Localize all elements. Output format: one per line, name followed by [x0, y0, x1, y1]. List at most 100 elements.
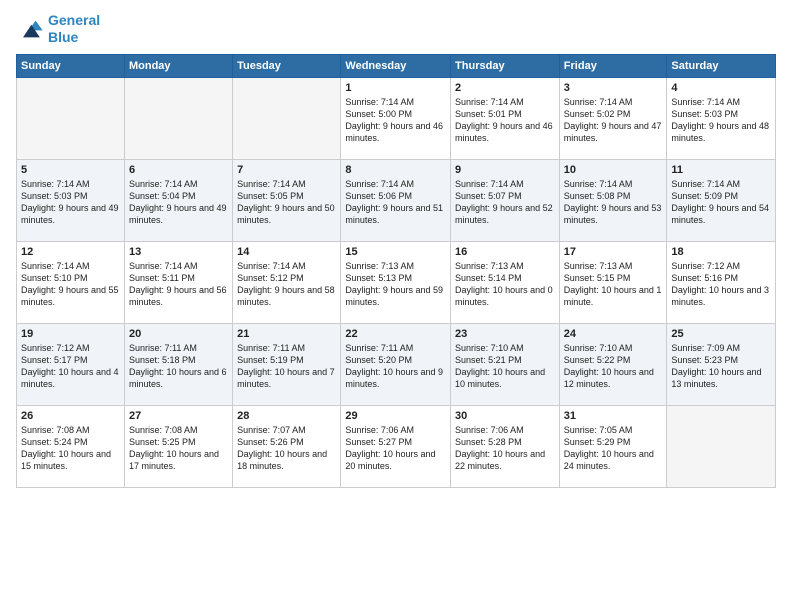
day-info: Sunrise: 7:09 AM Sunset: 5:23 PM Dayligh…	[671, 342, 771, 391]
day-info: Sunrise: 7:14 AM Sunset: 5:00 PM Dayligh…	[345, 96, 446, 145]
week-row-4: 26 Sunrise: 7:08 AM Sunset: 5:24 PM Dayli…	[17, 405, 776, 487]
day-info: Sunrise: 7:13 AM Sunset: 5:14 PM Dayligh…	[455, 260, 555, 309]
day-number: 1	[345, 82, 446, 94]
day-number: 7	[237, 164, 336, 176]
day-cell: 10 Sunrise: 7:14 AM Sunset: 5:08 PM Dayli…	[559, 159, 667, 241]
day-number: 26	[21, 410, 120, 422]
week-row-0: 1 Sunrise: 7:14 AM Sunset: 5:00 PM Daylig…	[17, 77, 776, 159]
day-cell: 31 Sunrise: 7:05 AM Sunset: 5:29 PM Dayli…	[559, 405, 667, 487]
day-info: Sunrise: 7:05 AM Sunset: 5:29 PM Dayligh…	[564, 424, 663, 473]
day-number: 15	[345, 246, 446, 258]
day-cell: 14Sunrise: 7:14 AM Sunset: 5:12 PM Dayli…	[233, 241, 341, 323]
weekday-header-row: SundayMondayTuesdayWednesdayThursdayFrid…	[17, 54, 776, 77]
day-cell: 26 Sunrise: 7:08 AM Sunset: 5:24 PM Dayli…	[17, 405, 125, 487]
day-info: Sunrise: 7:14 AM Sunset: 5:07 PM Dayligh…	[455, 178, 555, 227]
day-info: Sunrise: 7:08 AM Sunset: 5:25 PM Dayligh…	[129, 424, 228, 473]
page-container: General Blue SundayMondayTuesdayWednesda…	[0, 0, 792, 496]
day-info: Sunrise: 7:12 AM Sunset: 5:17 PM Dayligh…	[21, 342, 120, 391]
day-cell: 13Sunrise: 7:14 AM Sunset: 5:11 PM Dayli…	[124, 241, 232, 323]
day-cell: 21Sunrise: 7:11 AM Sunset: 5:19 PM Dayli…	[233, 323, 341, 405]
day-info: Sunrise: 7:14 AM Sunset: 5:01 PM Dayligh…	[455, 96, 555, 145]
day-cell: 8 Sunrise: 7:14 AM Sunset: 5:06 PM Daylig…	[341, 159, 451, 241]
day-info: Sunrise: 7:14 AM Sunset: 5:05 PM Dayligh…	[237, 178, 336, 227]
day-cell: 20Sunrise: 7:11 AM Sunset: 5:18 PM Dayli…	[124, 323, 232, 405]
weekday-header-wednesday: Wednesday	[341, 54, 451, 77]
day-info: Sunrise: 7:11 AM Sunset: 5:19 PM Dayligh…	[237, 342, 336, 391]
day-info: Sunrise: 7:14 AM Sunset: 5:04 PM Dayligh…	[129, 178, 228, 227]
logo-text: General Blue	[48, 12, 100, 46]
weekday-header-saturday: Saturday	[667, 54, 776, 77]
day-cell: 3 Sunrise: 7:14 AM Sunset: 5:02 PM Daylig…	[559, 77, 667, 159]
day-cell: 7 Sunrise: 7:14 AM Sunset: 5:05 PM Daylig…	[233, 159, 341, 241]
day-info: Sunrise: 7:14 AM Sunset: 5:03 PM Dayligh…	[21, 178, 120, 227]
week-row-3: 19 Sunrise: 7:12 AM Sunset: 5:17 PM Dayli…	[17, 323, 776, 405]
day-number: 25	[671, 328, 771, 340]
day-cell: 11 Sunrise: 7:14 AM Sunset: 5:09 PM Dayli…	[667, 159, 776, 241]
day-cell: 24 Sunrise: 7:10 AM Sunset: 5:22 PM Dayli…	[559, 323, 667, 405]
day-number: 9	[455, 164, 555, 176]
day-cell: 18 Sunrise: 7:12 AM Sunset: 5:16 PM Dayli…	[667, 241, 776, 323]
day-cell: 27 Sunrise: 7:08 AM Sunset: 5:25 PM Dayli…	[124, 405, 232, 487]
day-cell: 16 Sunrise: 7:13 AM Sunset: 5:14 PM Dayli…	[451, 241, 560, 323]
day-cell: 19 Sunrise: 7:12 AM Sunset: 5:17 PM Dayli…	[17, 323, 125, 405]
day-cell: 6 Sunrise: 7:14 AM Sunset: 5:04 PM Daylig…	[124, 159, 232, 241]
day-info: Sunrise: 7:14 AM Sunset: 5:02 PM Dayligh…	[564, 96, 663, 145]
day-info: Sunrise: 7:14 AM Sunset: 5:12 PM Dayligh…	[237, 260, 336, 309]
day-number: 28	[237, 410, 336, 422]
weekday-header-friday: Friday	[559, 54, 667, 77]
day-number: 30	[455, 410, 555, 422]
day-number: 5	[21, 164, 120, 176]
day-number: 6	[129, 164, 228, 176]
day-number: 27	[129, 410, 228, 422]
day-cell: 29Sunrise: 7:06 AM Sunset: 5:27 PM Dayli…	[341, 405, 451, 487]
day-info: Sunrise: 7:10 AM Sunset: 5:21 PM Dayligh…	[455, 342, 555, 391]
day-number: 13	[129, 246, 228, 258]
day-info: Sunrise: 7:07 AM Sunset: 5:26 PM Dayligh…	[237, 424, 336, 473]
week-row-1: 5 Sunrise: 7:14 AM Sunset: 5:03 PM Daylig…	[17, 159, 776, 241]
day-number: 3	[564, 82, 663, 94]
day-cell: 9 Sunrise: 7:14 AM Sunset: 5:07 PM Daylig…	[451, 159, 560, 241]
week-row-2: 12 Sunrise: 7:14 AM Sunset: 5:10 PM Dayli…	[17, 241, 776, 323]
weekday-header-sunday: Sunday	[17, 54, 125, 77]
day-cell: 2 Sunrise: 7:14 AM Sunset: 5:01 PM Daylig…	[451, 77, 560, 159]
day-info: Sunrise: 7:14 AM Sunset: 5:08 PM Dayligh…	[564, 178, 663, 227]
day-number: 20	[129, 328, 228, 340]
day-info: Sunrise: 7:14 AM Sunset: 5:09 PM Dayligh…	[671, 178, 771, 227]
day-cell: 12 Sunrise: 7:14 AM Sunset: 5:10 PM Dayli…	[17, 241, 125, 323]
day-cell: 30Sunrise: 7:06 AM Sunset: 5:28 PM Dayli…	[451, 405, 560, 487]
weekday-header-monday: Monday	[124, 54, 232, 77]
day-cell: 22Sunrise: 7:11 AM Sunset: 5:20 PM Dayli…	[341, 323, 451, 405]
day-number: 12	[21, 246, 120, 258]
day-info: Sunrise: 7:14 AM Sunset: 5:10 PM Dayligh…	[21, 260, 120, 309]
day-cell: 28 Sunrise: 7:07 AM Sunset: 5:26 PM Dayli…	[233, 405, 341, 487]
day-info: Sunrise: 7:12 AM Sunset: 5:16 PM Dayligh…	[671, 260, 771, 309]
weekday-header-thursday: Thursday	[451, 54, 560, 77]
calendar-table: SundayMondayTuesdayWednesdayThursdayFrid…	[16, 54, 776, 488]
day-cell: 4 Sunrise: 7:14 AM Sunset: 5:03 PM Daylig…	[667, 77, 776, 159]
header: General Blue	[16, 12, 776, 46]
day-cell	[233, 77, 341, 159]
day-number: 11	[671, 164, 771, 176]
weekday-header-tuesday: Tuesday	[233, 54, 341, 77]
day-number: 18	[671, 246, 771, 258]
day-cell: 25 Sunrise: 7:09 AM Sunset: 5:23 PM Dayli…	[667, 323, 776, 405]
day-cell: 1 Sunrise: 7:14 AM Sunset: 5:00 PM Daylig…	[341, 77, 451, 159]
logo: General Blue	[16, 12, 100, 46]
day-number: 31	[564, 410, 663, 422]
day-number: 10	[564, 164, 663, 176]
day-cell: 15 Sunrise: 7:13 AM Sunset: 5:13 PM Dayli…	[341, 241, 451, 323]
day-info: Sunrise: 7:08 AM Sunset: 5:24 PM Dayligh…	[21, 424, 120, 473]
day-info: Sunrise: 7:14 AM Sunset: 5:06 PM Dayligh…	[345, 178, 446, 227]
day-number: 2	[455, 82, 555, 94]
day-number: 24	[564, 328, 663, 340]
day-number: 16	[455, 246, 555, 258]
day-number: 8	[345, 164, 446, 176]
day-number: 4	[671, 82, 771, 94]
day-number: 19	[21, 328, 120, 340]
day-cell	[667, 405, 776, 487]
day-info: Sunrise: 7:10 AM Sunset: 5:22 PM Dayligh…	[564, 342, 663, 391]
day-number: 17	[564, 246, 663, 258]
day-info: Sunrise: 7:13 AM Sunset: 5:13 PM Dayligh…	[345, 260, 446, 309]
day-info: Sunrise: 7:14 AM Sunset: 5:03 PM Dayligh…	[671, 96, 771, 145]
day-cell: 5 Sunrise: 7:14 AM Sunset: 5:03 PM Daylig…	[17, 159, 125, 241]
